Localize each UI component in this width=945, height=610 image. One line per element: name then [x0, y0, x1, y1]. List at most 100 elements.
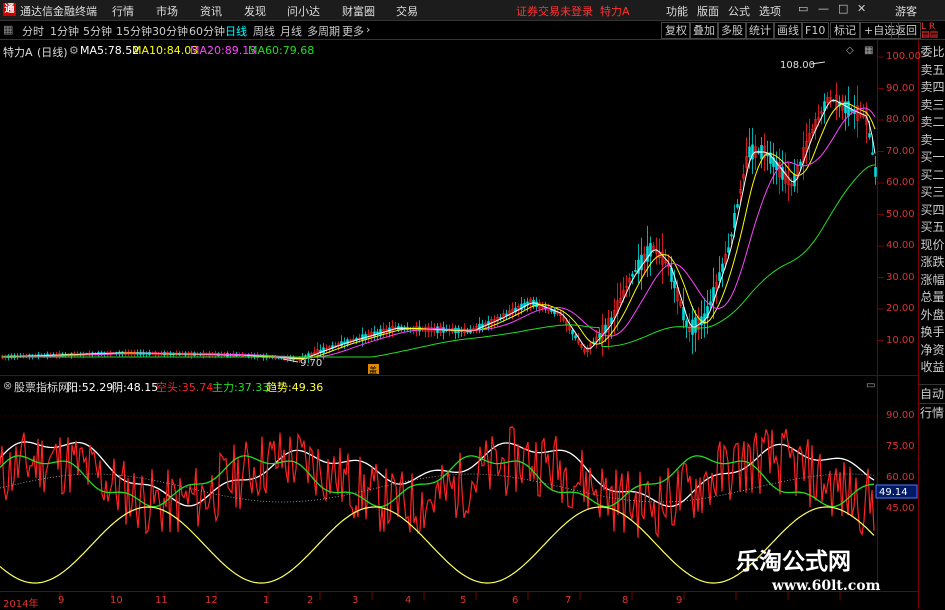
settings-icon[interactable]: ⚙ [69, 44, 79, 57]
watermark-url: www.60lt.com [772, 578, 881, 594]
chart-small-icons[interactable]: ◇ ▦ ▭ [846, 45, 875, 391]
period-monthly[interactable]: 月线 [280, 23, 302, 39]
menu-market[interactable]: 市场 [156, 3, 178, 19]
watermark-title: 乐淘公式网 [736, 548, 851, 575]
panel-toggle-icon[interactable]: L R ▤▤ [921, 23, 938, 40]
candle-body [733, 212, 736, 229]
side-label[interactable]: 买三 [920, 184, 945, 202]
side-label[interactable]: 现价 [920, 237, 945, 255]
date-tick: 11 [155, 595, 168, 606]
menu-wealth-circle[interactable]: 财富圈 [342, 3, 375, 19]
mark-button[interactable]: 标记 [830, 22, 860, 39]
draw-button[interactable]: 画线 [773, 22, 803, 39]
ma10-label: MA10:84.03 [132, 44, 199, 57]
candle-body [721, 263, 724, 272]
back-button[interactable]: 返回 [891, 22, 921, 39]
side-label[interactable]: 收益 [920, 359, 945, 377]
side-label[interactable]: 买四 [920, 202, 945, 220]
yang-label: 阳:52.29 [67, 381, 114, 394]
side-label[interactable]: 卖四 [920, 79, 945, 97]
period-1min[interactable]: 1分钟 [50, 23, 79, 39]
menu-layout[interactable]: 版面 [697, 3, 719, 19]
indicator-tick: 45.00 [886, 503, 915, 514]
toolbar-grid-icon[interactable]: ▦ [3, 23, 13, 36]
menu-function[interactable]: 功能 [666, 3, 688, 19]
side-label[interactable]: 净资 [920, 342, 945, 360]
multi-stock-button[interactable]: 多股 [717, 22, 747, 39]
side-label[interactable]: 涨幅 [920, 272, 945, 290]
close-icon[interactable]: ✕ [857, 2, 866, 15]
candle-body [373, 331, 376, 337]
adjust-button[interactable]: 复权 [661, 22, 691, 39]
more-chevron-icon[interactable]: › [366, 23, 370, 36]
price-tick: 40.00 [886, 240, 915, 251]
kline-chart[interactable]: 108.00 9.70 盖 49.14 ◇ ▦ ▭ [0, 40, 945, 609]
minimize-icon[interactable]: — [818, 2, 829, 15]
overlay-button[interactable]: 叠加 [689, 22, 719, 39]
side-label[interactable]: 卖二 [920, 114, 945, 132]
indicator-tick: 75.00 [886, 441, 915, 452]
indicator-value-box: 49.14 [875, 484, 918, 499]
date-tick: 7 [565, 595, 572, 606]
statistics-button[interactable]: 统计 [745, 22, 775, 39]
side-label[interactable]: 卖三 [920, 97, 945, 115]
login-status[interactable]: 证券交易未登录 特力A [516, 3, 630, 19]
user-label[interactable]: 游客 [895, 3, 917, 19]
menu-quotes[interactable]: 行情 [112, 3, 134, 19]
price-tick: 10.00 [886, 334, 915, 346]
indicator-close-icon[interactable]: ⊗ [3, 379, 12, 392]
auto-button[interactable]: 自动 [919, 384, 945, 402]
grid-icon: ▦ [864, 45, 873, 56]
side-label[interactable]: 买二 [920, 167, 945, 185]
period-weekly[interactable]: 周线 [253, 23, 275, 39]
price-tick: 80.00 [886, 114, 915, 125]
quote-button[interactable]: 行情 [919, 403, 945, 421]
side-label[interactable]: 买五 [920, 219, 945, 237]
period-30min[interactable]: 30分钟 [152, 23, 188, 39]
candle-body [718, 272, 721, 281]
ma5-label: MA5:78.52 [80, 44, 140, 57]
side-label[interactable]: 卖一 [920, 132, 945, 150]
menu-discover[interactable]: 发现 [244, 3, 266, 19]
period-daily[interactable]: 日线 [225, 23, 247, 39]
candle-body [631, 273, 634, 277]
period-5min[interactable]: 5分钟 [83, 23, 112, 39]
side-label[interactable]: 总量 [920, 289, 945, 307]
candle-body [736, 204, 739, 208]
menu-assistant[interactable]: 问小达 [287, 3, 320, 19]
price-tick: 30.00 [886, 271, 915, 283]
ma5-line [2, 99, 876, 360]
candlesticks [1, 82, 877, 364]
date-tick: 1 [263, 595, 270, 606]
side-label[interactable]: 卖五 [920, 62, 945, 80]
restore-icon[interactable]: ▭ [798, 2, 808, 15]
side-label[interactable]: 买一 [920, 149, 945, 167]
date-tick: 2014年 [3, 599, 39, 610]
maximize-icon[interactable]: □ [838, 2, 848, 15]
collapse-icon: ▭ [866, 380, 875, 391]
side-label[interactable]: 外盘 [920, 307, 945, 325]
candle-body [673, 280, 676, 289]
date-tick: 9 [676, 595, 683, 606]
candle-body [685, 320, 688, 327]
menu-trade[interactable]: 交易 [396, 3, 418, 19]
menu-options[interactable]: 选项 [759, 3, 781, 19]
period-more[interactable]: 更多 [342, 23, 364, 39]
f10-button[interactable]: F10 [801, 22, 830, 39]
ma20-label: MA20:89.13 [190, 44, 257, 57]
side-label[interactable]: 换手 [920, 324, 945, 342]
period-15min[interactable]: 15分钟 [116, 23, 152, 39]
date-tick: 2 [307, 595, 314, 606]
side-label[interactable]: 涨跌 [920, 254, 945, 272]
candle-body [730, 234, 733, 237]
menu-formula[interactable]: 公式 [728, 3, 750, 19]
candle-body [574, 335, 577, 339]
menu-news[interactable]: 资讯 [200, 3, 222, 19]
period-60min[interactable]: 60分钟 [189, 23, 225, 39]
candle-body [634, 270, 637, 272]
period-multi[interactable]: 多周期 [307, 23, 340, 39]
period-minute[interactable]: 分时 [22, 23, 44, 39]
side-label[interactable]: 委比 [920, 44, 945, 62]
price-tick: 50.00 [886, 208, 915, 220]
app-logo-icon: 通 [3, 3, 16, 16]
